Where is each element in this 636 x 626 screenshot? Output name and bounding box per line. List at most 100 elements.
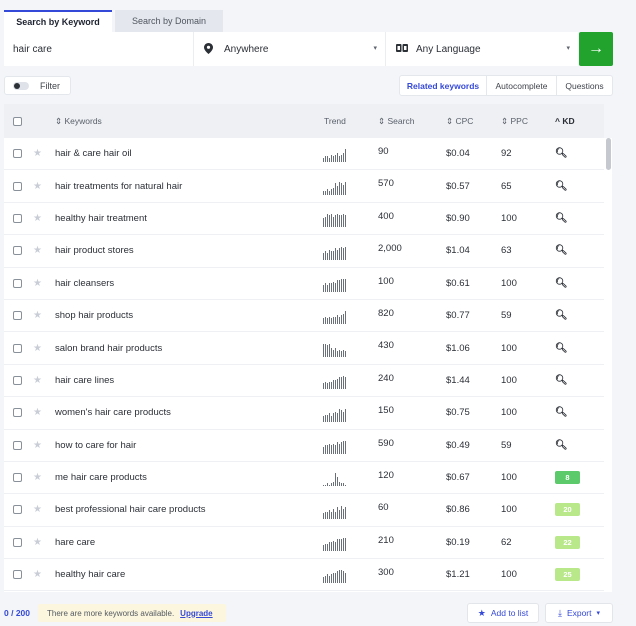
magnifier-icon[interactable]: 🔍︎ [555, 245, 568, 256]
keyword-text[interactable]: hare care [55, 527, 95, 558]
table-row[interactable]: ★ hair treatments for natural hair 570 $0.5… [4, 170, 604, 203]
keyword-text[interactable]: shop hair products [55, 300, 133, 331]
keyword-text[interactable]: hair treatments for natural hair [55, 170, 182, 201]
keyword-text[interactable]: best professional hair care products [55, 494, 206, 525]
header-ppc[interactable]: ⇕ PPC [501, 104, 528, 138]
favorite-star-icon[interactable]: ★ [33, 170, 42, 201]
table-row[interactable]: ★ healthy hair care 300 $1.21 100 25 [4, 559, 604, 592]
row-checkbox[interactable] [13, 397, 22, 428]
favorite-star-icon[interactable]: ★ [33, 365, 42, 396]
row-checkbox[interactable] [13, 235, 22, 266]
row-checkbox[interactable] [13, 559, 22, 590]
keyword-input[interactable]: hair care [4, 32, 194, 66]
favorite-star-icon[interactable]: ★ [33, 462, 42, 493]
trend-bar [323, 415, 324, 422]
table-row[interactable]: ★ hair care lines 240 $1.44 100 🔍︎ [4, 365, 604, 398]
favorite-star-icon[interactable]: ★ [33, 430, 42, 461]
row-checkbox[interactable] [13, 203, 22, 234]
trend-sparkline [323, 213, 346, 228]
magnifier-icon[interactable]: 🔍︎ [555, 440, 568, 451]
favorite-star-icon[interactable]: ★ [33, 397, 42, 428]
keyword-text[interactable]: hair care lines [55, 365, 114, 396]
row-checkbox[interactable] [13, 268, 22, 299]
magnifier-icon[interactable]: 🔍︎ [555, 278, 568, 289]
keyword-text[interactable]: healthy hair treatment [55, 203, 147, 234]
table-row[interactable]: ★ best professional hair care products 60 $… [4, 494, 604, 527]
filter-toggle[interactable]: Filter [4, 76, 71, 95]
trend-bar [341, 483, 342, 487]
favorite-star-icon[interactable]: ★ [33, 527, 42, 558]
table-row[interactable]: ★ women's hair care products 150 $0.75 100 🔍︎ [4, 397, 604, 430]
magnifier-icon[interactable]: 🔍︎ [555, 148, 568, 159]
magnifier-icon[interactable]: 🔍︎ [555, 407, 568, 418]
row-checkbox[interactable] [13, 365, 22, 396]
select-all-checkbox[interactable] [13, 104, 22, 138]
table-row[interactable]: ★ healthy hair treatment 400 $0.90 100 🔍︎ [4, 203, 604, 236]
trend-bar [323, 512, 324, 519]
keyword-text[interactable]: how to care for hair [55, 430, 136, 461]
favorite-star-icon[interactable]: ★ [33, 559, 42, 590]
trend-sparkline [323, 440, 346, 454]
table-row[interactable]: ★ hair cleansers 100 $0.61 100 🔍︎ [4, 268, 604, 300]
keyword-text[interactable]: women's hair care products [55, 397, 171, 428]
table-scrollbar[interactable] [604, 138, 612, 592]
table-row[interactable]: ★ how to care for hair 590 $0.49 59 🔍︎ [4, 430, 604, 462]
table-row[interactable]: ★ me hair care products 120 $0.67 100 8 [4, 462, 604, 495]
scrollbar-thumb[interactable] [606, 138, 611, 170]
tab-search-by-domain[interactable]: Search by Domain [115, 10, 223, 32]
table-row[interactable]: ★ hair & care hair oil 90 $0.04 92 🔍︎ [4, 138, 604, 171]
tab-related-keywords[interactable]: Related keywords [400, 76, 486, 95]
header-search[interactable]: ⇕ Search [378, 104, 414, 138]
upgrade-link[interactable]: Upgrade [180, 609, 212, 618]
header-keywords[interactable]: ⇕ Keywords [55, 104, 102, 138]
trend-bar [323, 485, 324, 487]
favorite-star-icon[interactable]: ★ [33, 332, 42, 363]
favorite-star-icon[interactable]: ★ [33, 494, 42, 525]
keyword-text[interactable]: salon brand hair products [55, 332, 162, 363]
row-checkbox[interactable] [13, 170, 22, 201]
location-select[interactable]: Anywhere ▾ [194, 32, 386, 66]
table-row[interactable]: ★ hair product stores 2,000 $1.04 63 🔍︎ [4, 235, 604, 268]
search-submit-button[interactable]: → [579, 32, 613, 66]
magnifier-icon[interactable]: 🔍︎ [555, 213, 568, 224]
row-checkbox[interactable] [13, 527, 22, 558]
export-button[interactable]: ⤓ Export ▾ [545, 603, 613, 623]
row-checkbox[interactable] [13, 300, 22, 331]
ppc-value: 92 [501, 148, 512, 160]
row-checkbox[interactable] [13, 332, 22, 363]
row-checkbox[interactable] [13, 430, 22, 461]
favorite-star-icon[interactable]: ★ [33, 138, 42, 169]
keyword-text[interactable]: me hair care products [55, 462, 147, 493]
magnifier-icon[interactable]: 🔍︎ [555, 181, 568, 192]
table-row[interactable]: ★ hare care 210 $0.19 62 22 [4, 527, 604, 560]
row-checkbox[interactable] [13, 138, 22, 169]
trend-bar [343, 184, 344, 195]
tab-search-by-keyword[interactable]: Search by Keyword [4, 10, 112, 32]
keyword-text[interactable]: hair cleansers [55, 268, 114, 299]
favorite-star-icon[interactable]: ★ [33, 203, 42, 234]
magnifier-icon[interactable]: 🔍︎ [555, 343, 568, 354]
keyword-text[interactable]: hair product stores [55, 235, 134, 266]
tab-questions[interactable]: Questions [556, 76, 612, 95]
keyword-text[interactable]: healthy hair care [55, 559, 125, 590]
trend-bar [331, 155, 332, 163]
row-checkbox[interactable] [13, 462, 22, 493]
favorite-star-icon[interactable]: ★ [33, 300, 42, 331]
header-cpc[interactable]: ⇕ CPC [446, 104, 473, 138]
trend-bar [329, 412, 330, 422]
magnifier-icon[interactable]: 🔍︎ [555, 310, 568, 321]
favorite-star-icon[interactable]: ★ [33, 268, 42, 299]
language-select[interactable]: Any Language ▾ [386, 32, 578, 66]
magnifier-icon[interactable]: 🔍︎ [555, 375, 568, 386]
row-checkbox[interactable] [13, 494, 22, 525]
kd-cell: 🔍︎ [555, 365, 568, 396]
favorite-star-icon[interactable]: ★ [33, 235, 42, 266]
add-to-list-button[interactable]: ★ Add to list [467, 603, 539, 623]
table-row[interactable]: ★ salon brand hair products 430 $1.06 100 🔍︎ [4, 332, 604, 365]
tab-autocomplete[interactable]: Autocomplete [486, 76, 556, 95]
table-row[interactable]: ★ shop hair products 820 $0.77 59 🔍︎ [4, 300, 604, 333]
keyword-text[interactable]: hair & care hair oil [55, 138, 132, 169]
trend-bar [333, 156, 334, 163]
header-kd[interactable]: ^ KD [555, 104, 575, 138]
trend-bar [335, 247, 336, 260]
